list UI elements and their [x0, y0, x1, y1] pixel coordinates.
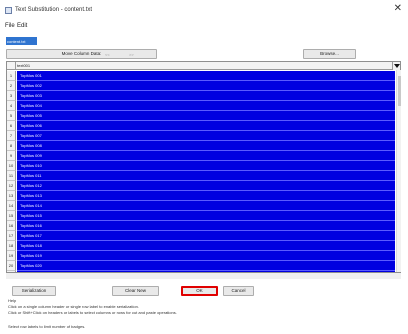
ok-button[interactable]: OK — [181, 286, 218, 296]
status-text: Select row labels to limit number of bad… — [8, 324, 86, 329]
chevron-down-icon — [394, 64, 400, 68]
table-row[interactable]: 4 TopMos 004 — [7, 101, 395, 111]
table-row[interactable]: 13 TopMos 013 — [7, 191, 395, 201]
table-row[interactable]: 5 TopMos 005 — [7, 111, 395, 121]
table-cell[interactable]: TopMos 014 — [17, 201, 395, 211]
table-row[interactable]: 9 TopMos 009 — [7, 151, 395, 161]
table-row[interactable]: 3 TopMos 003 — [7, 91, 395, 101]
cancel-button[interactable]: Cancel — [223, 286, 254, 296]
table-row[interactable]: 2 TopMos 002 — [7, 81, 395, 91]
menu-edit[interactable]: Edit — [17, 23, 27, 29]
row-label[interactable]: 10 — [7, 161, 16, 171]
table-cell[interactable]: TopMos 010 — [17, 161, 395, 171]
table-cell[interactable]: TopMos 015 — [17, 211, 395, 221]
row-label[interactable]: 15 — [7, 211, 16, 221]
row-label[interactable]: 20 — [7, 261, 16, 271]
title-bar: Text Substitution - content.txt ✕ — [0, 0, 408, 20]
table-cell[interactable]: TopMos 006 — [17, 121, 395, 131]
close-icon[interactable]: ✕ — [394, 4, 402, 14]
name-field-wrapper — [6, 37, 37, 45]
table-cell[interactable]: TopMos 016 — [17, 221, 395, 231]
row-label[interactable]: 4 — [7, 101, 16, 111]
name-field[interactable] — [6, 37, 37, 45]
table-cell[interactable]: TopMos 004 — [17, 101, 395, 111]
table-cell[interactable]: TopMos 017 — [17, 231, 395, 241]
menu-file[interactable]: File — [5, 23, 15, 29]
spin-left-icon[interactable]: << — [105, 52, 110, 57]
table-row[interactable]: 20 TopMos 020 — [7, 261, 395, 271]
browse-button[interactable]: Browse... — [303, 49, 356, 59]
row-label[interactable]: 6 — [7, 121, 16, 131]
table-row[interactable]: 19 TopMos 019 — [7, 251, 395, 261]
table-row[interactable]: 8 TopMos 008 — [7, 141, 395, 151]
clear-new-button[interactable]: Clear New — [112, 286, 159, 296]
table-row[interactable]: 17 TopMos 017 — [7, 231, 395, 241]
row-label[interactable]: 3 — [7, 91, 16, 101]
column-header[interactable]: text001 — [17, 63, 30, 68]
table-cell[interactable]: TopMos 020 — [17, 261, 395, 271]
table-cell[interactable]: TopMos 012 — [17, 181, 395, 191]
table-row[interactable]: 12 TopMos 012 — [7, 181, 395, 191]
table-row[interactable]: 18 TopMos 018 — [7, 241, 395, 251]
table-cell[interactable]: TopMos 005 — [17, 111, 395, 121]
row-label[interactable]: 2 — [7, 81, 16, 91]
serialization-button[interactable]: Serialization — [12, 286, 56, 296]
row-label[interactable]: 16 — [7, 221, 16, 231]
table-row[interactable]: 1 TopMos 001 — [7, 71, 395, 81]
table-row[interactable]: 14 TopMos 014 — [7, 201, 395, 211]
table-cell[interactable]: TopMos 007 — [17, 131, 395, 141]
table-cell[interactable]: TopMos 018 — [17, 241, 395, 251]
row-label[interactable]: 7 — [7, 131, 16, 141]
data-grid[interactable]: text001 1 TopMos 001 2 TopMos 002 3 TopMos 00… — [6, 61, 401, 273]
row-label[interactable]: 19 — [7, 251, 16, 261]
grid-footer-band — [6, 273, 401, 279]
row-label[interactable]: 14 — [7, 201, 16, 211]
help-line-2: Click or Shift+Click on headers or label… — [8, 310, 177, 315]
scrollbar-thumb[interactable] — [398, 76, 401, 106]
row-label[interactable]: 12 — [7, 181, 16, 191]
table-cell[interactable]: TopMos 008 — [17, 141, 395, 151]
table-row[interactable]: 10 TopMos 010 — [7, 161, 395, 171]
table-cell[interactable]: TopMos 002 — [17, 81, 395, 91]
table-row[interactable]: 15 TopMos 015 — [7, 211, 395, 221]
grid-header-row: text001 — [7, 62, 400, 70]
table-cell[interactable]: TopMos 009 — [17, 151, 395, 161]
row-label[interactable]: 11 — [7, 171, 16, 181]
table-row[interactable]: 7 TopMos 007 — [7, 131, 395, 141]
row-label[interactable]: 13 — [7, 191, 16, 201]
app-icon — [5, 7, 12, 14]
row-label[interactable]: 9 — [7, 151, 16, 161]
vertical-scrollbar[interactable] — [396, 70, 401, 272]
table-cell[interactable]: TopMos 013 — [17, 191, 395, 201]
table-cell[interactable]: TopMos 019 — [17, 251, 395, 261]
move-spinner[interactable]: << >> — [103, 52, 141, 57]
row-label[interactable]: 17 — [7, 231, 16, 241]
menu-bar: File Edit — [0, 21, 408, 31]
row-label[interactable]: 1 — [7, 71, 16, 81]
spin-right-icon[interactable]: >> — [129, 52, 134, 57]
row-label[interactable]: 5 — [7, 111, 16, 121]
window-title: Text Substitution - content.txt — [15, 7, 93, 13]
help-section: Help Click on a single column header or … — [8, 298, 398, 316]
row-label[interactable]: 18 — [7, 241, 16, 251]
table-cell[interactable]: TopMos 011 — [17, 171, 395, 181]
table-row[interactable]: 11 TopMos 011 — [7, 171, 395, 181]
table-row[interactable]: 16 TopMos 016 — [7, 221, 395, 231]
row-label[interactable]: 8 — [7, 141, 16, 151]
table-cell[interactable]: TopMos 001 — [17, 71, 395, 81]
grid-corner-cell[interactable] — [7, 62, 16, 70]
table-row[interactable]: 6 TopMos 006 — [7, 121, 395, 131]
table-cell[interactable]: TopMos 003 — [17, 91, 395, 101]
column-dropdown[interactable] — [392, 62, 400, 70]
